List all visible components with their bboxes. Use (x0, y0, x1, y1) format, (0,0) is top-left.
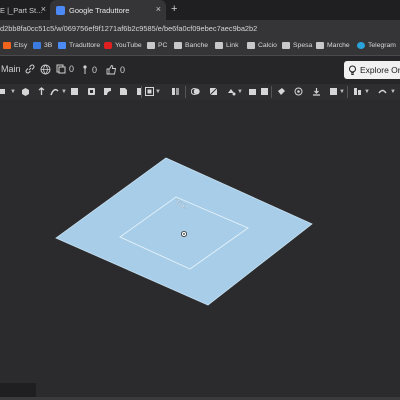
pattern-tool-icon[interactable] (171, 87, 180, 96)
chevron-down-icon[interactable]: ▼ (10, 89, 16, 95)
branches-indicator[interactable]: 0 (82, 64, 97, 75)
likes-indicator[interactable]: 0 (106, 64, 125, 75)
tab-google-translate[interactable]: Google Traduttore × (50, 0, 166, 20)
tab-title: Google Traduttore (69, 5, 130, 15)
sheet-metal-tool-icon[interactable] (353, 87, 362, 96)
surface-tool-icon[interactable] (378, 87, 387, 96)
tab-title: E |_Part St... (0, 5, 43, 15)
explore-onshape-button[interactable]: Explore Onsh (344, 61, 400, 79)
address-bar[interactable]: d2bb8fa0cc51c5/w/069756ef9f1271af6b2c958… (0, 20, 400, 38)
bookmark-youtube[interactable]: YouTube (104, 42, 142, 49)
versions-indicator[interactable]: 0 (56, 64, 74, 74)
url-text[interactable]: d2bb8fa0cc51c5/w/069756ef9f1271af6b2c958… (0, 24, 257, 33)
toolbar-divider (271, 86, 272, 98)
bookmark-etsy[interactable]: Etsy (3, 42, 27, 49)
origin-icon[interactable] (180, 230, 187, 237)
fillet-tool-icon[interactable] (103, 87, 112, 96)
bookmark-folder-banche[interactable]: Banche (174, 42, 208, 49)
chevron-down-icon[interactable]: ▼ (390, 89, 396, 95)
revolve-tool-icon[interactable] (37, 87, 46, 96)
boolean-tool-icon[interactable] (191, 87, 200, 96)
lightbulb-icon (349, 65, 356, 75)
bookmark-folder-link[interactable]: Link (215, 42, 238, 49)
folder-icon (282, 42, 290, 49)
bookmark-folder-pc[interactable]: PC (147, 42, 167, 49)
tab-part-studio[interactable]: E |_Part St... × (0, 0, 50, 20)
sketch-tool-icon[interactable] (0, 87, 9, 96)
toolbar-divider (185, 86, 186, 98)
shell-tool-icon[interactable] (145, 87, 154, 96)
feature-toolbar: ▼ ▼ ▼ ▼ ▼ ▼ ▼ (0, 84, 400, 101)
folder-icon (147, 42, 155, 49)
globe-icon[interactable] (40, 64, 51, 75)
close-icon[interactable]: × (41, 4, 46, 14)
chevron-down-icon[interactable]: ▼ (155, 89, 161, 95)
chevron-down-icon[interactable]: ▼ (237, 89, 243, 95)
helix-tool-icon[interactable] (312, 87, 321, 96)
new-tab-button[interactable]: + (171, 3, 177, 15)
delete-part-tool-icon[interactable] (248, 87, 257, 96)
folder-icon (174, 42, 182, 49)
graphics-viewport[interactable]: Top (0, 100, 400, 400)
link-icon[interactable] (25, 64, 35, 74)
loft-tool-icon[interactable] (70, 87, 79, 96)
bookmark-folder-spesa[interactable]: Spesa (282, 42, 312, 49)
bookmark-traduttore[interactable]: Traduttore (58, 42, 100, 49)
split-tool-icon[interactable] (209, 87, 218, 96)
translate-icon (58, 42, 66, 49)
plane-tool-icon[interactable] (277, 87, 286, 96)
branch-icon (83, 65, 87, 74)
etsy-icon (3, 42, 11, 49)
bookmark-3b[interactable]: 3B (33, 42, 52, 49)
thumbs-up-icon (106, 65, 117, 75)
toolbar-divider (347, 86, 348, 98)
bookmark-telegram[interactable]: Telegram (357, 42, 396, 49)
chevron-down-icon[interactable]: ▼ (339, 89, 345, 95)
folder-icon (316, 42, 324, 49)
bookmarks-bar: Etsy 3B Traduttore YouTube PC Banche Lin… (0, 38, 400, 56)
youtube-icon (104, 42, 112, 49)
telegram-icon (357, 42, 365, 49)
mate-connector-tool-icon[interactable] (294, 87, 303, 96)
draft-tool-icon[interactable] (135, 87, 144, 96)
modify-face-tool-icon[interactable] (260, 87, 269, 96)
3b-icon (33, 42, 41, 49)
chevron-down-icon[interactable]: ▼ (61, 89, 67, 95)
chevron-down-icon[interactable]: ▼ (364, 89, 370, 95)
thicken-tool-icon[interactable] (87, 87, 96, 96)
sweep-tool-icon[interactable] (50, 87, 59, 96)
toolbar-divider (141, 86, 142, 98)
transform-tool-icon[interactable] (227, 87, 236, 96)
close-icon[interactable]: × (156, 4, 161, 14)
bookmark-folder-calcio[interactable]: Calcio (247, 42, 277, 49)
app-header: Main 0 0 0 (0, 56, 400, 84)
folder-icon (247, 42, 255, 49)
bookmark-folder-marche[interactable]: Marche (316, 42, 350, 49)
chamfer-tool-icon[interactable] (119, 87, 128, 96)
folder-icon (215, 42, 223, 49)
extrude-tool-icon[interactable] (21, 87, 30, 96)
branch-selector[interactable]: Main (1, 64, 21, 74)
browser-tab-strip: E |_Part St... × Google Traduttore × + (0, 0, 400, 20)
document-copy-icon (56, 64, 66, 74)
frame-tool-icon[interactable] (329, 87, 338, 96)
google-translate-icon (56, 5, 65, 15)
